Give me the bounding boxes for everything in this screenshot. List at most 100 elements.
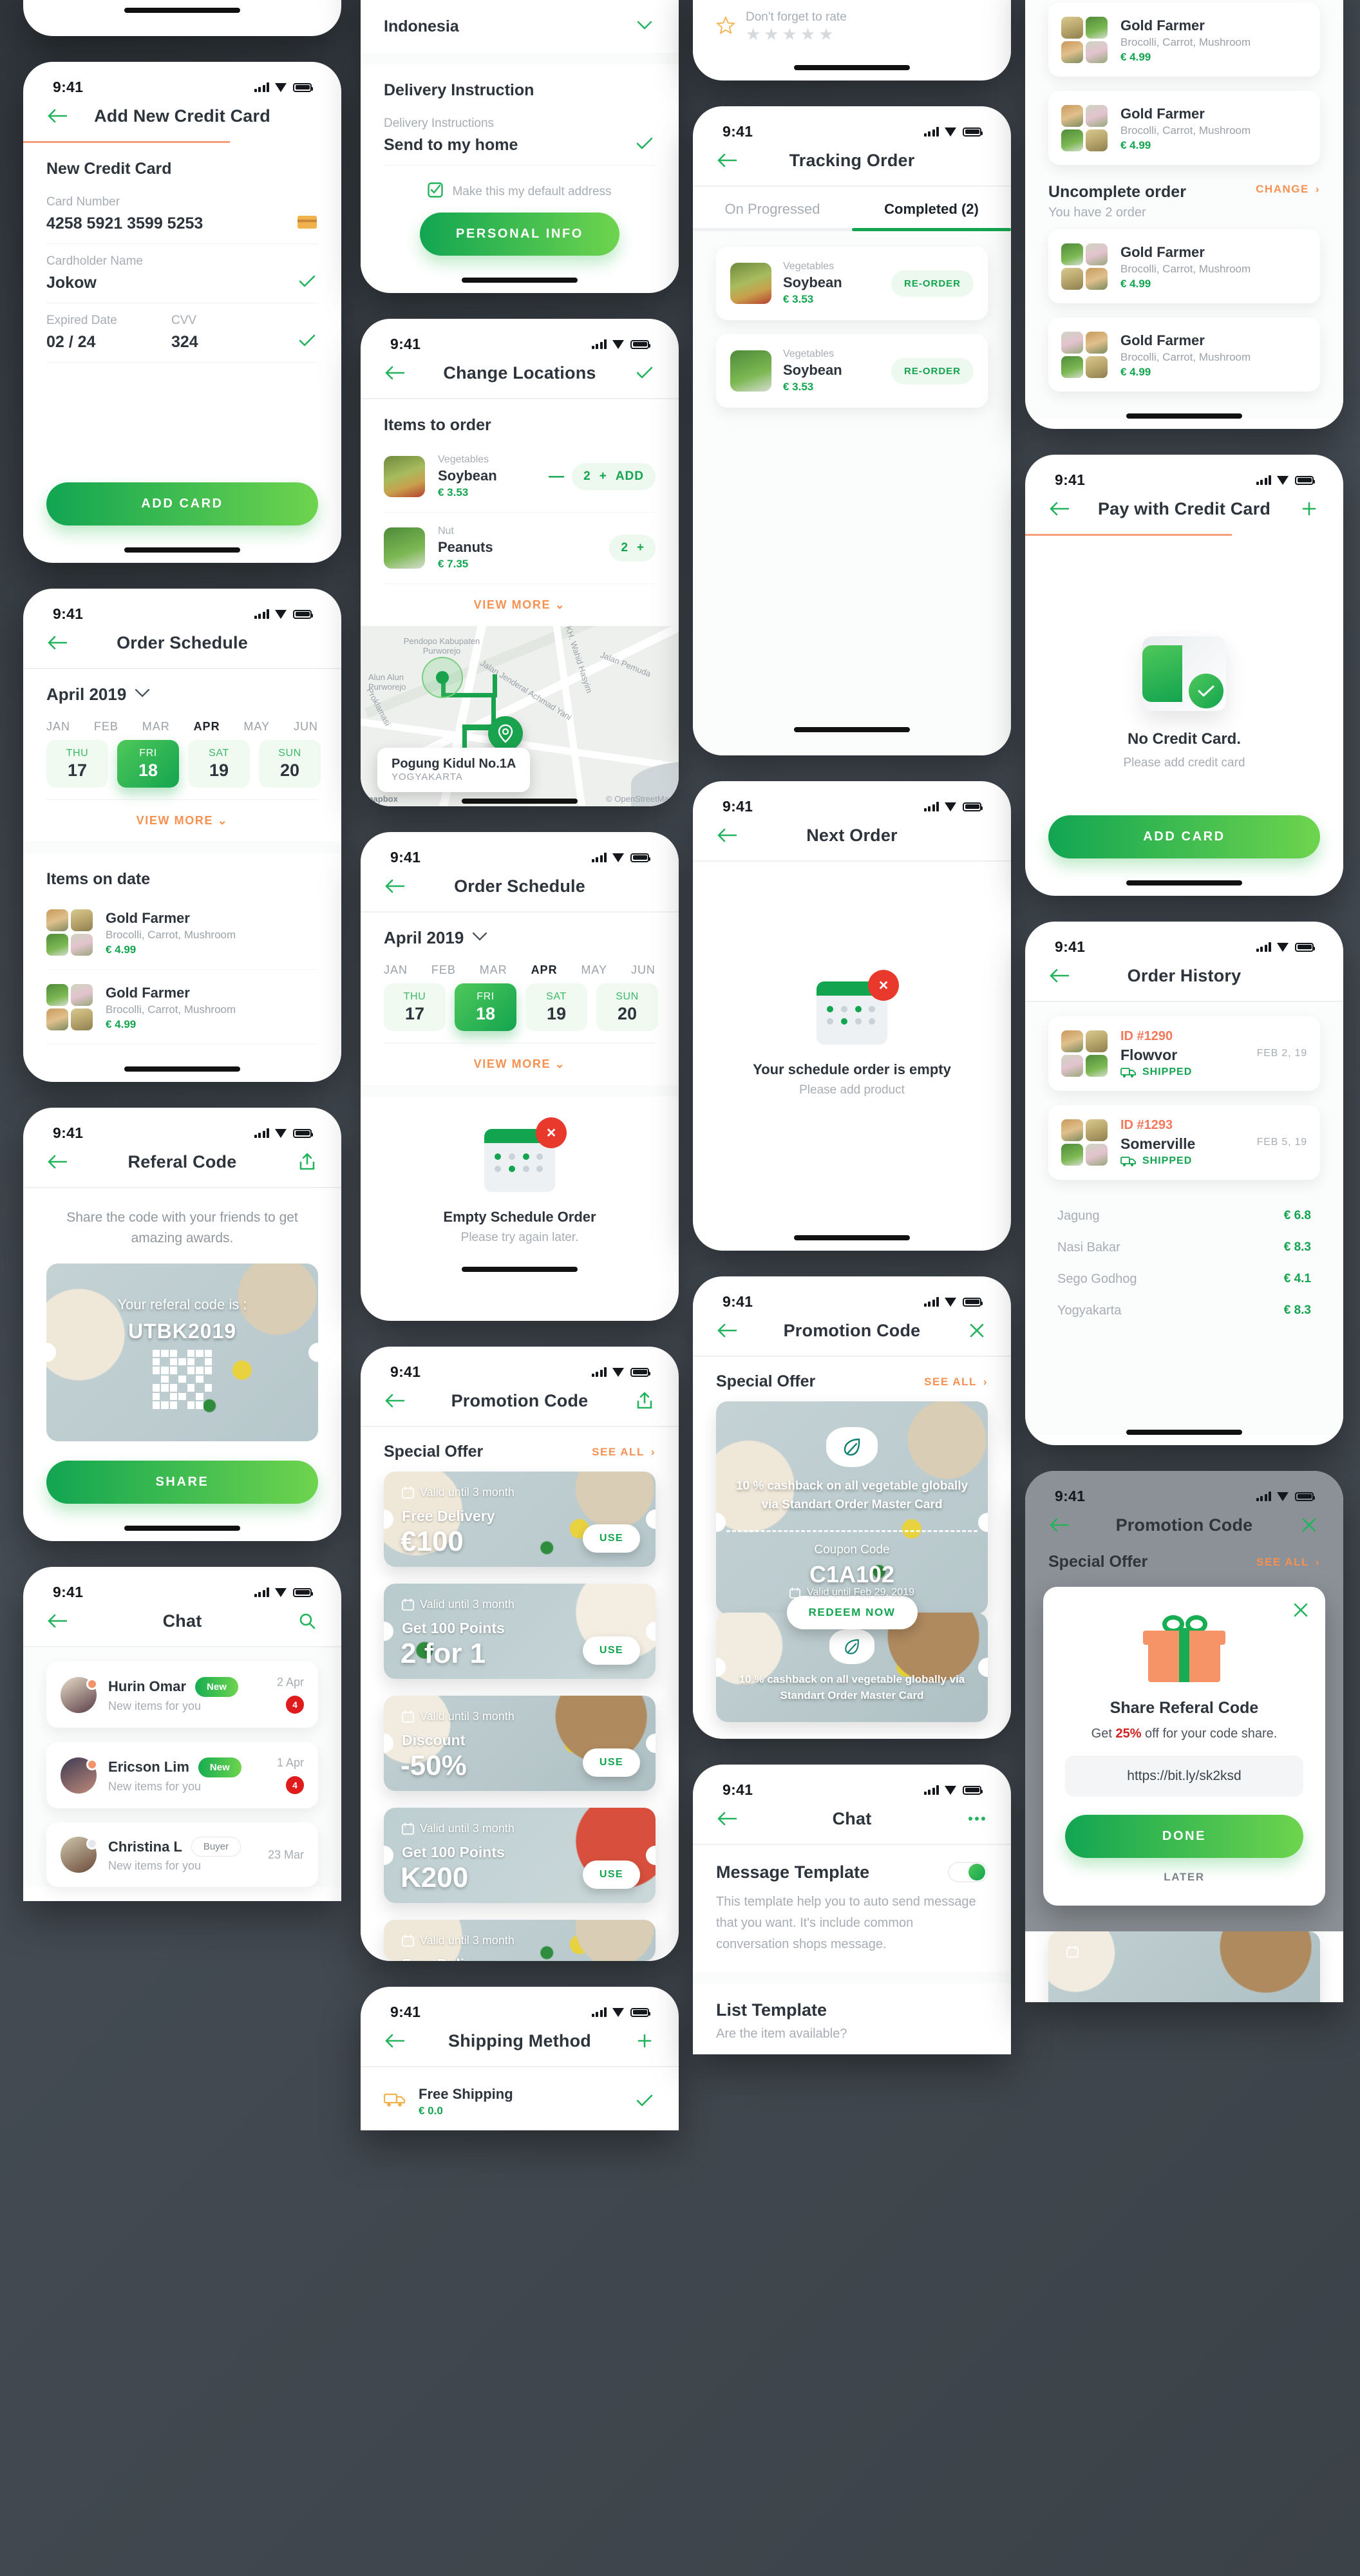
message-template-row[interactable]: Message Template (716, 1845, 988, 1891)
coupon-card[interactable]: Valid until 3 month Get 100 Points 2 for… (384, 1584, 656, 1679)
day-cell[interactable]: SUN 20 (259, 740, 321, 788)
re-order-button[interactable]: RE-ORDER (891, 270, 974, 297)
coupon-card[interactable]: Valid until 3 month Get 100 Points K200 … (384, 1808, 656, 1903)
list-item[interactable]: Gold Farmer Brocolli, Carrot, Mushroom €… (46, 895, 318, 970)
list-item[interactable]: Gold Farmer Brocolli, Carrot, Mushroom €… (1048, 229, 1320, 303)
later-button[interactable]: LATER (1065, 1858, 1303, 1884)
back-arrow-icon[interactable] (46, 632, 68, 654)
star-rating[interactable]: ★★★★★ (746, 24, 847, 44)
coupon-use-button[interactable]: USE (582, 1861, 640, 1889)
confirm-check-icon[interactable] (634, 362, 656, 384)
back-arrow-icon[interactable] (46, 105, 68, 127)
expiry-cvv-field[interactable]: Expired Date 02 / 24 CVV 324 (46, 303, 318, 363)
search-icon[interactable] (296, 1610, 318, 1632)
month-apr[interactable]: APR (194, 720, 220, 734)
back-arrow-icon[interactable] (384, 362, 406, 384)
quantity-stepper[interactable]: — 2 + ADD (549, 463, 656, 490)
add-button[interactable]: ADD (616, 469, 644, 484)
table-row[interactable]: ID #1293 Somerville SHIPPED FEB 5, 19 (1048, 1105, 1320, 1180)
list-item[interactable]: Christina L Buyer New items for you 23 M… (46, 1823, 318, 1887)
delivery-map[interactable]: Pogung Kidul No.1A YOGYAKARTA Pendopo Ka… (361, 626, 679, 806)
re-order-button[interactable]: RE-ORDER (891, 357, 974, 384)
checkbox-checked-icon[interactable] (428, 182, 444, 201)
list-item[interactable]: Gold Farmer Brocolli, Carrot, Mushroom €… (1048, 3, 1320, 77)
month-mar[interactable]: MAR (480, 963, 507, 977)
day-cell[interactable]: THU 17 (46, 740, 108, 788)
month-jan[interactable]: JAN (46, 720, 70, 734)
add-icon[interactable] (1298, 498, 1320, 520)
personal-info-button[interactable]: PERSONAL INFO (420, 213, 619, 256)
change-button[interactable]: CHANGE › (1256, 183, 1320, 196)
list-item[interactable]: Gold Farmer Brocolli, Carrot, Mushroom €… (1048, 91, 1320, 165)
list-item[interactable]: Vegetables Soybean € 3.53 RE-ORDER (716, 247, 988, 320)
coupon-use-button[interactable]: USE (582, 1748, 640, 1777)
default-address-row[interactable]: Make this my default address (384, 166, 656, 213)
coupon-detail-card[interactable]: 10 % cashback on all vegetable globally … (716, 1401, 988, 1614)
list-item[interactable]: Gold Farmer Brocolli, Carrot, Mushroom €… (1048, 317, 1320, 392)
tab-bar[interactable]: On Progressed Completed (2) (693, 187, 1011, 228)
coupon-card[interactable]: Valid until 3 month Free Delivery €100 U… (384, 1472, 656, 1567)
close-icon[interactable] (966, 1320, 988, 1341)
back-arrow-icon[interactable] (716, 1320, 738, 1341)
back-arrow-icon[interactable] (716, 1808, 738, 1830)
day-cell-selected[interactable]: FRI 18 (117, 740, 179, 788)
redeem-now-button[interactable]: REDEEM NOW (786, 1596, 918, 1629)
month-jun[interactable]: JUN (631, 963, 656, 977)
day-cell[interactable]: THU 17 (384, 983, 446, 1031)
back-arrow-icon[interactable] (716, 149, 738, 171)
list-template-item[interactable]: Are the item available? (716, 2027, 988, 2054)
list-item[interactable]: Ericson Lim New New items for you 1 Apr … (46, 1742, 318, 1808)
quantity-stepper[interactable]: 2 + (609, 535, 656, 562)
day-strip[interactable]: THU 17 FRI 18 SAT 19 SUN 20 (384, 983, 658, 1043)
modal-close-icon[interactable] (1293, 1602, 1308, 1621)
back-arrow-icon[interactable] (1048, 1514, 1070, 1536)
back-arrow-icon[interactable] (46, 1151, 68, 1173)
increase-button[interactable]: + (600, 469, 607, 484)
delivery-instructions-field[interactable]: Delivery Instructions Send to my home (384, 106, 656, 166)
back-arrow-icon[interactable] (1048, 965, 1070, 987)
close-icon[interactable] (1298, 1514, 1320, 1536)
decrease-button[interactable]: — (549, 468, 564, 486)
month-strip[interactable]: JAN FEB MAR APR MAY JUN (384, 952, 656, 983)
month-mar[interactable]: MAR (142, 720, 170, 734)
list-item[interactable]: Hurin Omar New New items for you 2 Apr 4 (46, 1662, 318, 1728)
shipping-option[interactable]: Free Shipping € 0.0 (383, 2067, 656, 2130)
month-selector[interactable]: April 2019 (46, 669, 318, 708)
more-options-icon[interactable] (966, 1808, 988, 1830)
month-feb[interactable]: FEB (431, 963, 456, 977)
share-icon[interactable] (296, 1151, 318, 1173)
coupon-card[interactable]: Valid until 3 month Discount -50% USE (384, 1696, 656, 1791)
month-feb[interactable]: FEB (94, 720, 118, 734)
coupon-use-button[interactable]: USE (582, 1636, 640, 1665)
add-card-button[interactable]: ADD CARD (1048, 815, 1320, 858)
day-cell[interactable]: SAT 19 (188, 740, 250, 788)
view-more-button[interactable]: VIEW MORE ⌄ (46, 799, 318, 842)
country-field[interactable]: Indonesia (384, 4, 656, 53)
view-more-button[interactable]: VIEW MORE ⌄ (384, 1043, 656, 1085)
message-template-toggle[interactable] (948, 1862, 988, 1882)
share-icon[interactable] (634, 1390, 656, 1412)
tab-completed[interactable]: Completed (2) (852, 187, 1011, 228)
coupon-card[interactable]: Valid until 3 month Free Delivery (384, 1920, 656, 1961)
chevron-down-icon[interactable] (634, 14, 656, 36)
back-arrow-icon[interactable] (384, 875, 406, 897)
done-button[interactable]: DONE (1065, 1815, 1303, 1858)
back-arrow-icon[interactable] (1048, 498, 1070, 520)
rating-row[interactable]: Don't forget to rate ★★★★★ (693, 10, 1011, 61)
see-all-button[interactable]: SEE ALL › (1256, 1556, 1320, 1569)
month-strip[interactable]: JAN FEB MAR APR MAY JUN (46, 708, 318, 740)
list-item[interactable]: Nut Peanuts € 7.35 2 + (384, 513, 656, 584)
increase-button[interactable]: + (637, 541, 644, 555)
table-row[interactable]: ID #1290 Flowvor SHIPPED FEB 2, 19 (1048, 1016, 1320, 1091)
list-item[interactable]: Vegetables Soybean € 3.53 RE-ORDER (716, 334, 988, 408)
chevron-down-icon[interactable] (473, 932, 487, 944)
chevron-down-icon[interactable] (135, 688, 150, 701)
day-strip[interactable]: THU 17 FRI 18 SAT 19 SUN 20 (46, 740, 321, 799)
add-card-button[interactable]: ADD CARD (46, 482, 318, 526)
month-jan[interactable]: JAN (384, 963, 408, 977)
month-apr[interactable]: APR (531, 963, 558, 977)
card-number-field[interactable]: Card Number 4258 5921 3599 5253 (46, 185, 318, 244)
see-all-button[interactable]: SEE ALL › (924, 1376, 988, 1388)
share-url-field[interactable]: https://bit.ly/sk2ksd (1065, 1756, 1303, 1797)
back-arrow-icon[interactable] (716, 824, 738, 846)
